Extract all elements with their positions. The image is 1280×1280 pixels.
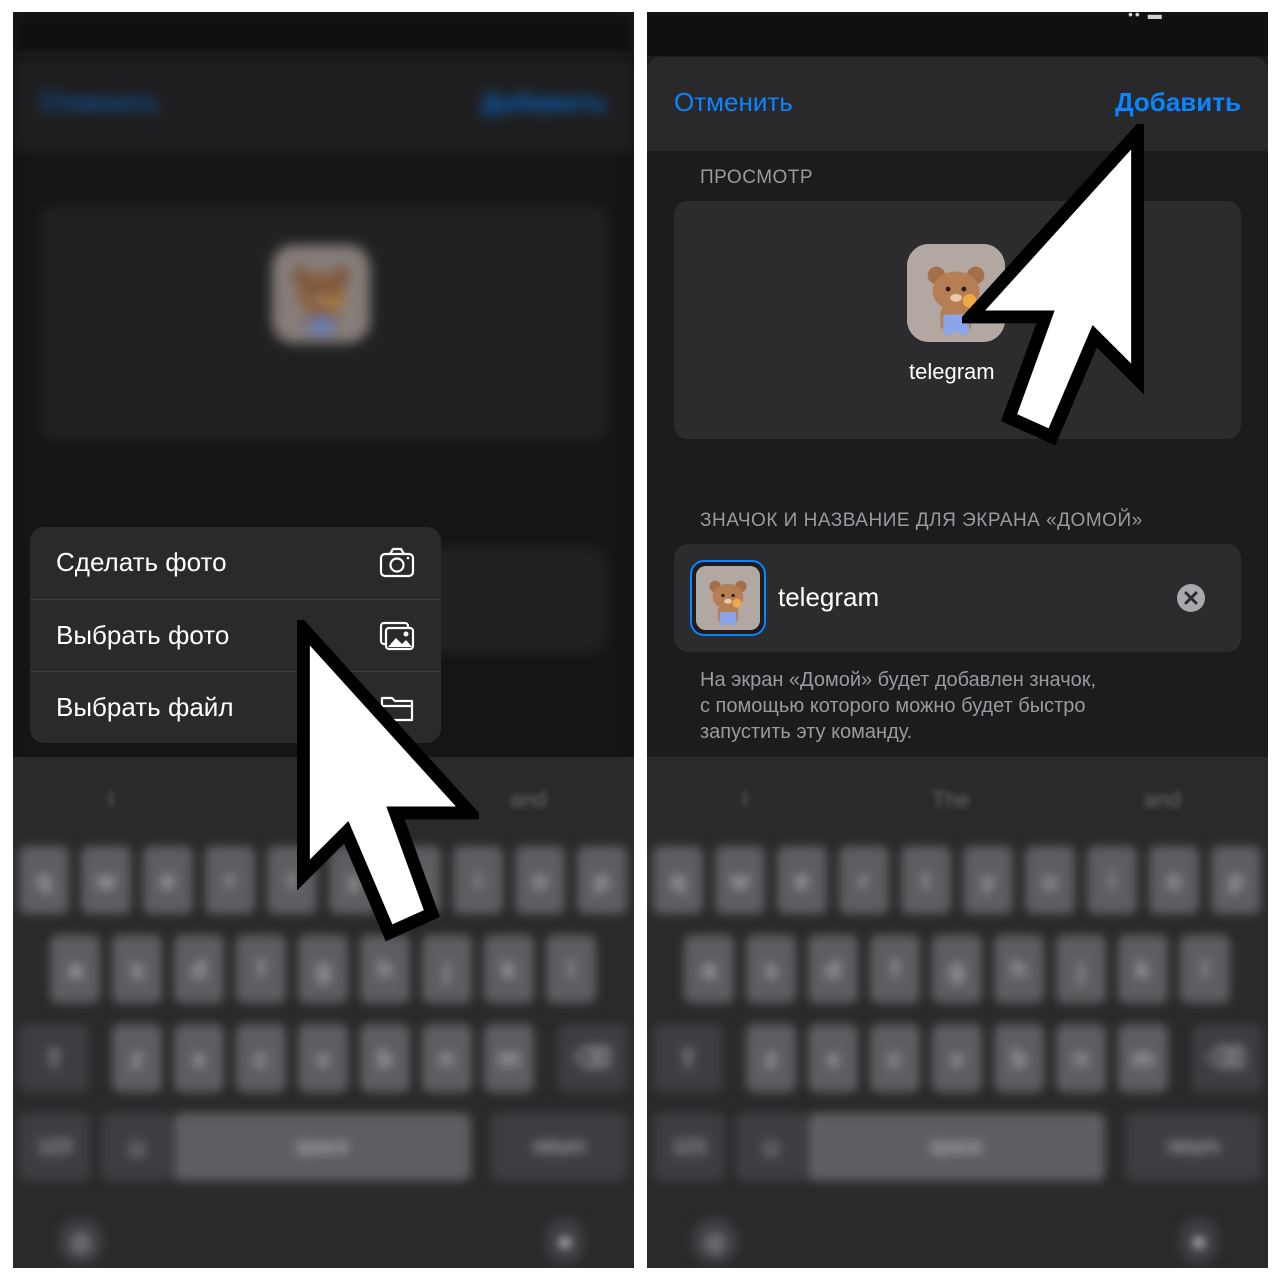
shift-key[interactable]: ⇧	[19, 1024, 89, 1092]
key[interactable]: c	[870, 1024, 920, 1092]
clear-text-button[interactable]	[1177, 584, 1205, 612]
cancel-button[interactable]: Отменить	[674, 87, 793, 118]
emoji-key[interactable]: ☺	[735, 1113, 807, 1181]
menu-item-label: Выбрать фото	[56, 620, 230, 650]
key[interactable]: r	[839, 846, 889, 914]
key[interactable]: e	[777, 846, 827, 914]
suggestion: and	[510, 787, 547, 812]
close-icon	[1184, 591, 1198, 605]
key[interactable]: n	[1056, 1024, 1106, 1092]
return-key[interactable]: return	[1125, 1113, 1262, 1181]
key[interactable]: y	[963, 846, 1013, 914]
key[interactable]: o	[1149, 846, 1199, 914]
key[interactable]: t	[901, 846, 951, 914]
preview-section-label: ПРОСМОТР	[700, 167, 814, 188]
preview-card: telegram	[674, 201, 1241, 439]
key[interactable]: n	[422, 1024, 472, 1092]
key[interactable]: o	[515, 846, 565, 914]
key[interactable]: a	[50, 935, 100, 1003]
key[interactable]: m	[1118, 1024, 1168, 1092]
suggestion: I	[742, 787, 749, 812]
keyboard: I The and q w e r t y u i o p a s d f g …	[647, 757, 1268, 1268]
globe-icon[interactable]: ◎	[57, 1217, 105, 1265]
key[interactable]: l	[1180, 935, 1230, 1003]
left-screen: Отменить Добавить I The and q w e r t y …	[13, 12, 634, 1268]
microphone-icon[interactable]: ●	[1179, 1217, 1219, 1265]
name-input[interactable]: telegram	[778, 582, 879, 613]
return-key[interactable]: return	[491, 1113, 628, 1181]
key[interactable]: q	[653, 846, 703, 914]
key[interactable]: e	[143, 846, 193, 914]
key[interactable]: l	[546, 935, 596, 1003]
key[interactable]: p	[577, 846, 627, 914]
status-bar: •• ▬	[647, 12, 1268, 56]
key[interactable]: z	[746, 1024, 796, 1092]
key[interactable]: d	[174, 935, 224, 1003]
home-note: На экран «Домой» будет добавлен значок, …	[700, 669, 1097, 743]
globe-icon[interactable]: ◎	[691, 1217, 739, 1265]
key[interactable]: v	[932, 1024, 982, 1092]
key[interactable]: z	[112, 1024, 162, 1092]
suggestion: The	[932, 787, 970, 812]
pixel-arrow-cursor-icon	[962, 124, 1144, 450]
navbar: Отменить Добавить	[647, 57, 1268, 151]
add-button[interactable]: Добавить	[1115, 87, 1241, 118]
menu-item-take-photo[interactable]: Сделать фото	[30, 527, 441, 599]
key[interactable]: f	[870, 935, 920, 1003]
key[interactable]: d	[808, 935, 858, 1003]
menu-item-label: Выбрать файл	[56, 692, 234, 722]
key[interactable]: x	[174, 1024, 224, 1092]
pixel-arrow-cursor-icon	[297, 620, 479, 946]
key[interactable]: j	[1056, 935, 1106, 1003]
key[interactable]: w	[715, 846, 765, 914]
key[interactable]: u	[1025, 846, 1075, 914]
space-key[interactable]: space	[807, 1113, 1105, 1181]
numbers-key[interactable]: 123	[19, 1113, 91, 1181]
key[interactable]: k	[1118, 935, 1168, 1003]
key[interactable]: w	[81, 846, 131, 914]
add-to-home-sheet: Отменить Добавить ПРОСМОТР telegram ЗНАЧ…	[647, 57, 1268, 769]
camera-icon	[379, 547, 415, 578]
space-key[interactable]: space	[173, 1113, 471, 1181]
key[interactable]: g	[932, 935, 982, 1003]
key[interactable]: b	[994, 1024, 1044, 1092]
numbers-key[interactable]: 123	[653, 1113, 725, 1181]
key[interactable]: x	[808, 1024, 858, 1092]
key[interactable]: h	[994, 935, 1044, 1003]
name-field-card: telegram	[674, 544, 1241, 652]
key[interactable]: i	[1087, 846, 1137, 914]
backspace-key[interactable]: ⌫	[558, 1024, 628, 1092]
key[interactable]: k	[484, 935, 534, 1003]
key[interactable]: s	[112, 935, 162, 1003]
icon-picker-button[interactable]	[690, 560, 766, 636]
key[interactable]: m	[484, 1024, 534, 1092]
key[interactable]: q	[19, 846, 69, 914]
status-bar	[13, 12, 634, 56]
suggestion: I	[108, 787, 115, 812]
menu-item-label: Сделать фото	[56, 547, 227, 577]
key[interactable]: r	[205, 846, 255, 914]
key[interactable]: v	[298, 1024, 348, 1092]
microphone-icon[interactable]: ●	[545, 1217, 585, 1265]
emoji-key[interactable]: ☺	[101, 1113, 173, 1181]
key[interactable]: f	[236, 935, 286, 1003]
home-section-label: ЗНАЧОК И НАЗВАНИЕ ДЛЯ ЭКРАНА «ДОМОЙ»	[700, 510, 1143, 531]
shift-key[interactable]: ⇧	[653, 1024, 723, 1092]
status-icons: •• ▬	[1128, 12, 1164, 22]
suggestion: and	[1144, 787, 1181, 812]
key[interactable]: a	[684, 935, 734, 1003]
backspace-key[interactable]: ⌫	[1192, 1024, 1262, 1092]
key[interactable]: s	[746, 935, 796, 1003]
right-screen: •• ▬ Отменить Добавить ПРОСМОТР telegram…	[647, 12, 1268, 1268]
bear-app-icon	[696, 566, 760, 630]
key[interactable]: c	[236, 1024, 286, 1092]
key[interactable]: p	[1211, 846, 1261, 914]
key[interactable]: b	[360, 1024, 410, 1092]
